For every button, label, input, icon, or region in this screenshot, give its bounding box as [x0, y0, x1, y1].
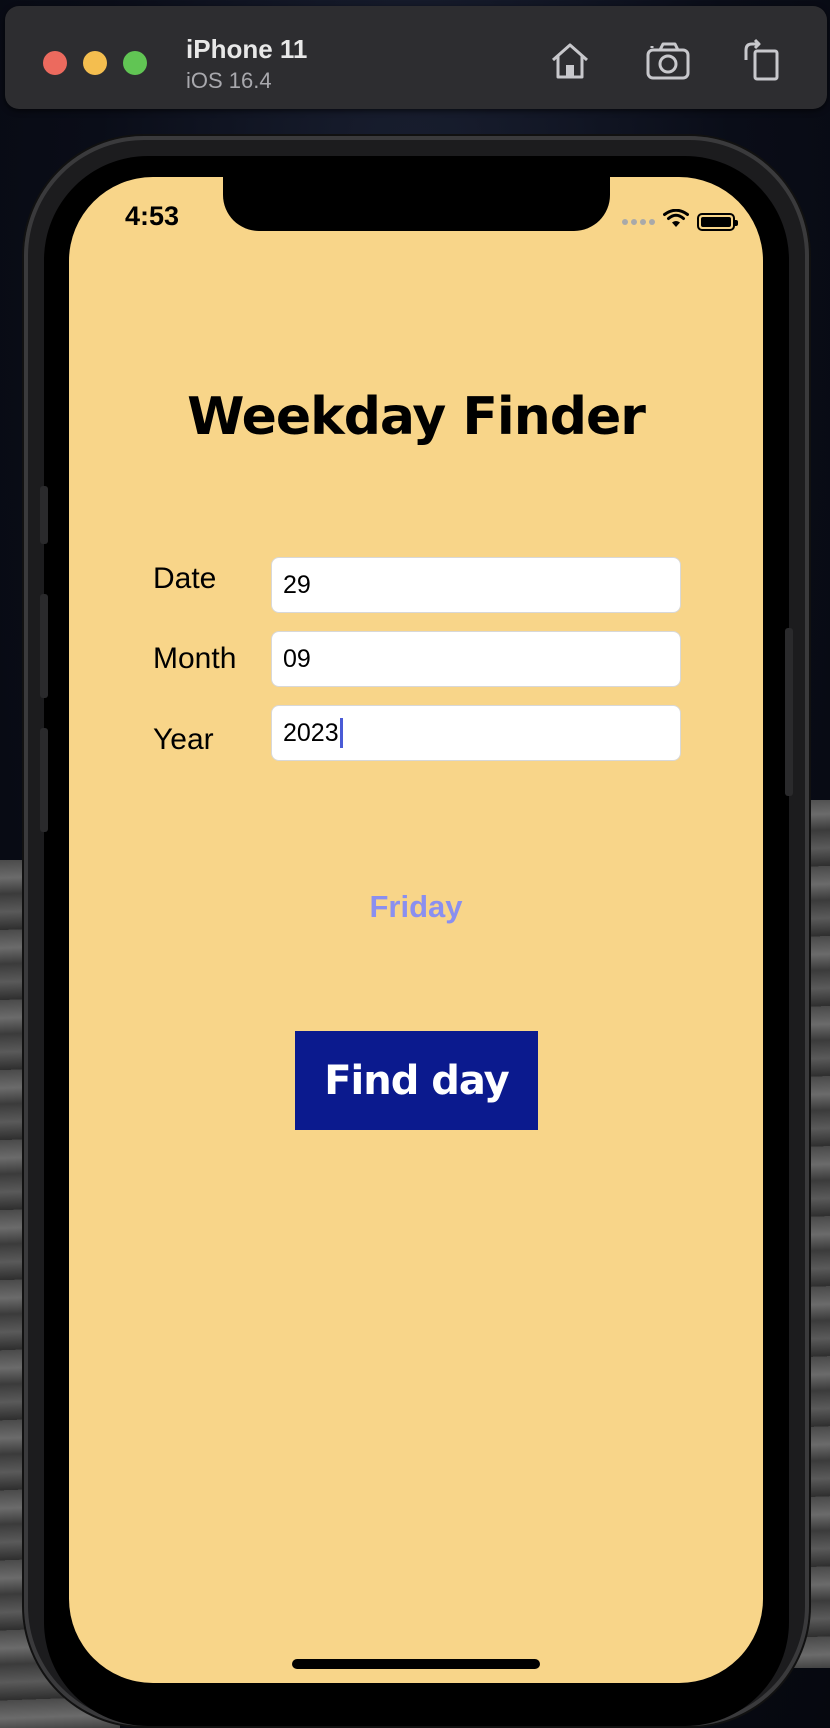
zoom-window-button[interactable] — [123, 51, 147, 75]
find-day-button[interactable]: Find day — [295, 1031, 538, 1130]
result-weekday: Friday — [369, 889, 463, 924]
date-label: Date — [153, 562, 217, 595]
power-button — [785, 628, 793, 796]
device-name: iPhone 11 — [186, 34, 308, 64]
home-icon[interactable] — [545, 36, 595, 86]
volume-up-button — [40, 594, 48, 698]
app-screen: 4:53 Weekday Finder Date 29 Month 09 Yea… — [69, 177, 763, 1683]
simulator-desktop: iPhone 11 iOS 16.4 4:53 Weekday Finder D… — [0, 0, 830, 1728]
notch — [223, 177, 610, 231]
text-caret — [339, 718, 343, 748]
cellular-dots-icon — [622, 218, 655, 225]
close-window-button[interactable] — [43, 51, 67, 75]
month-input-value: 09 — [283, 644, 311, 673]
rotate-icon[interactable] — [737, 36, 787, 86]
year-input-value: 2023 — [283, 718, 339, 747]
status-time: 4:53 — [125, 201, 180, 231]
month-input[interactable]: 09 — [271, 631, 681, 687]
volume-down-button — [40, 728, 48, 832]
mute-switch — [40, 486, 48, 544]
status-icons — [622, 208, 738, 234]
simulator-toolbar: iPhone 11 iOS 16.4 — [5, 6, 827, 109]
battery-icon — [697, 212, 738, 231]
year-label: Year — [153, 723, 214, 756]
month-label: Month — [153, 642, 237, 675]
date-input-value: 29 — [283, 570, 311, 599]
home-indicator[interactable] — [292, 1659, 540, 1669]
os-version: iOS 16.4 — [186, 68, 272, 93]
minimize-window-button[interactable] — [83, 51, 107, 75]
date-input[interactable]: 29 — [271, 557, 681, 613]
year-input[interactable]: 2023 — [271, 705, 681, 761]
wifi-icon — [663, 208, 689, 234]
screenshot-icon[interactable] — [644, 36, 694, 86]
app-title: Weekday Finder — [187, 387, 646, 447]
